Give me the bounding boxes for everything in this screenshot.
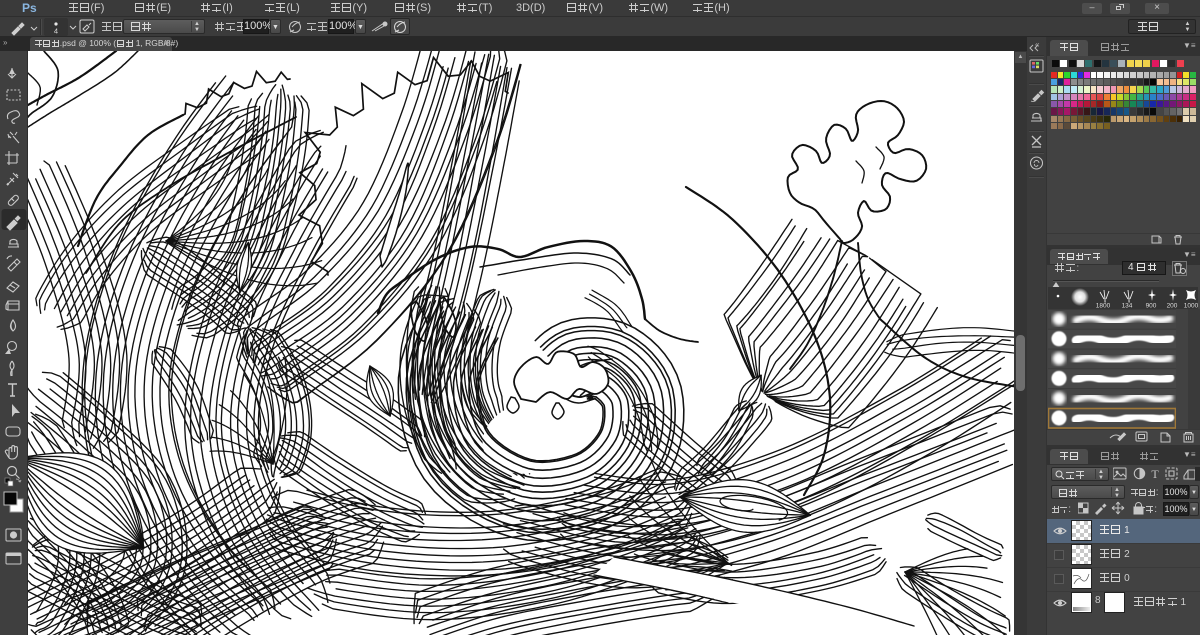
svg-text:T: T bbox=[1151, 467, 1159, 481]
svg-text:4: 4 bbox=[54, 27, 58, 36]
